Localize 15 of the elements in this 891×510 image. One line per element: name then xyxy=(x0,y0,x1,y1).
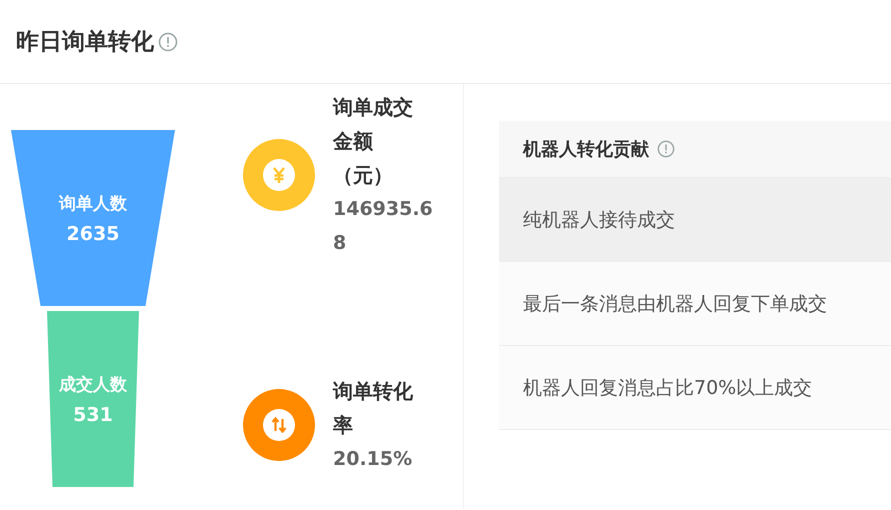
table-row[interactable]: 最后一条消息由机器人回复下单成交 xyxy=(499,262,891,346)
stat-value: 20.15% xyxy=(333,447,414,472)
stat-value: 146935.68 xyxy=(333,197,434,256)
info-icon[interactable] xyxy=(657,140,675,158)
funnel-label: 成交人数 xyxy=(59,374,127,396)
table-row[interactable]: 机器人回复消息占比70%以上成交 xyxy=(499,346,891,430)
panel-title: 机器人转化贡献 xyxy=(523,138,649,161)
table-row[interactable]: 纯机器人接待成交 xyxy=(499,178,891,262)
info-icon[interactable] xyxy=(158,32,178,52)
funnel-value: 531 xyxy=(73,404,113,426)
funnel-value: 2635 xyxy=(66,222,120,244)
stat-title: 询单成交金额（元） xyxy=(333,94,414,189)
section-title: 昨日询单转化 xyxy=(16,28,154,57)
funnel-label: 询单人数 xyxy=(59,192,127,214)
stat-title: 询单转化率 xyxy=(333,378,414,439)
